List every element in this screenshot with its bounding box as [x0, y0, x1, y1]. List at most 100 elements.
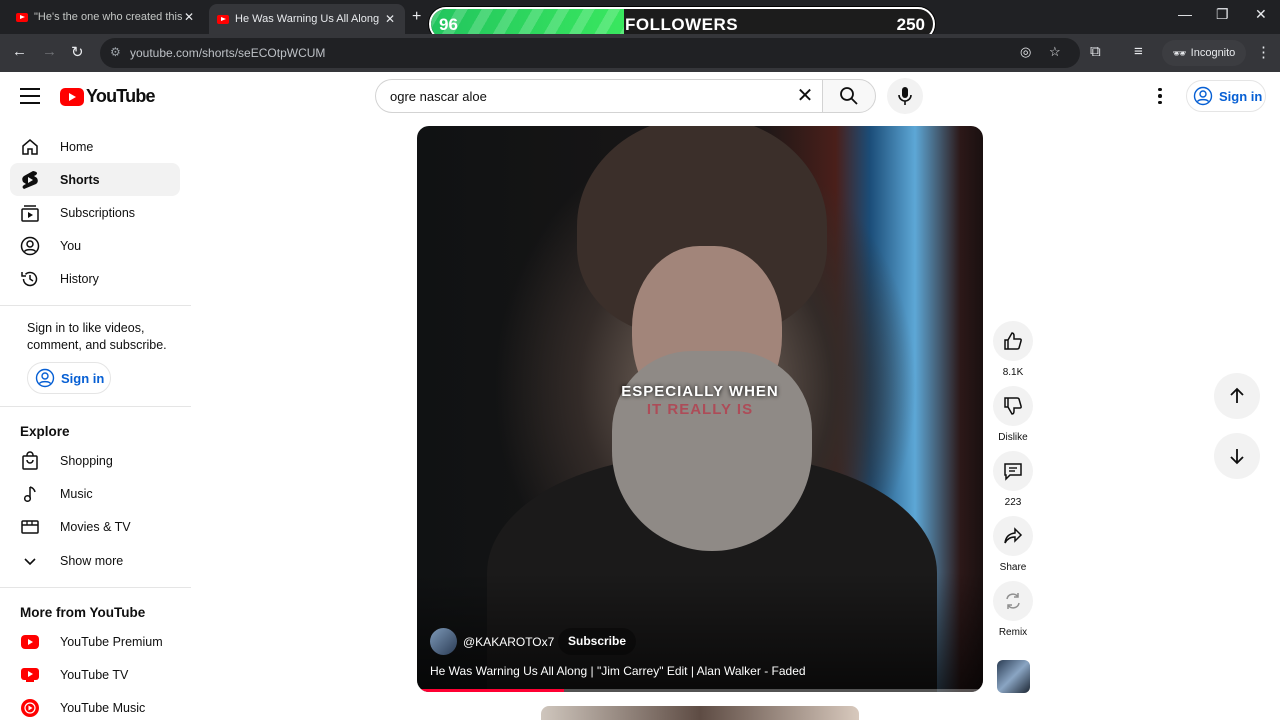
restore-icon[interactable]: ❐ [1216, 6, 1229, 23]
sidebar-item-label: YouTube TV [60, 667, 129, 682]
url-bar[interactable]: ⚙ youtube.com/shorts/seECOtpWCUM ◎ ☆ [100, 38, 1080, 68]
youtube-premium-icon [10, 625, 50, 658]
dislike-label: Dislike [998, 432, 1028, 443]
youtube-play-icon [60, 87, 84, 106]
browser-tab-1[interactable]: "He's the one who created this ✕ [8, 4, 204, 30]
channel-info[interactable]: @KAKAROTOx7 [430, 628, 554, 655]
comments-button[interactable] [993, 451, 1033, 491]
video-title[interactable]: He Was Warning Us All Along | "Jim Carre… [430, 664, 806, 678]
back-icon[interactable]: ← [12, 43, 27, 60]
sidebar-item-shorts[interactable]: Shorts [10, 163, 180, 196]
music-icon [10, 477, 50, 510]
sidebar-item-label: YouTube Music [60, 700, 146, 715]
minimize-icon[interactable]: — [1178, 6, 1192, 22]
share-icon [1004, 527, 1023, 544]
sidebar-item-label: Shorts [60, 172, 100, 187]
sidebar-item-youtube-tv[interactable]: YouTube TV [10, 658, 180, 691]
sidebar-item-shopping[interactable]: Shopping [10, 444, 180, 477]
arrow-down-icon [1230, 449, 1244, 465]
forward-icon[interactable]: → [42, 43, 57, 60]
reload-icon[interactable]: ↻ [71, 43, 84, 61]
next-short-preview[interactable] [541, 706, 859, 720]
sidebar-item-movies[interactable]: Movies & TV [10, 510, 180, 543]
comments-action[interactable]: 223 [993, 451, 1033, 508]
tracking-blocked-icon[interactable]: ◎ [1020, 44, 1031, 60]
share-label: Share [999, 562, 1027, 573]
home-icon [10, 130, 50, 163]
logo-text: YouTube [86, 86, 156, 106]
sidebar-item-you[interactable]: You [10, 229, 180, 262]
thumbs-down-icon [1004, 397, 1022, 415]
search-input[interactable]: ogre nascar aloe ✕ [375, 79, 822, 113]
sidebar-item-home[interactable]: Home [10, 130, 180, 163]
search-query: ogre nascar aloe [390, 89, 487, 104]
sound-source-thumbnail[interactable] [997, 660, 1030, 693]
sidebar-item-show-more[interactable]: Show more [10, 544, 180, 577]
channel-name[interactable]: @KAKAROTOx7 [463, 635, 554, 649]
address-toolbar: ← → ↻ ⚙ youtube.com/shorts/seECOtpWCUM ◎… [0, 34, 1280, 72]
previous-short-button[interactable] [1214, 373, 1260, 419]
incognito-icon: 🕶 [1172, 47, 1187, 60]
youtube-favicon-icon [16, 12, 28, 22]
voice-search-button[interactable] [887, 78, 923, 114]
reading-list-icon[interactable]: ≡ [1134, 43, 1143, 60]
youtube-logo[interactable]: YouTube [60, 86, 156, 107]
browser-menu-icon[interactable]: ⋮ [1256, 43, 1271, 61]
subscriptions-icon [10, 196, 50, 229]
share-action[interactable]: Share [993, 516, 1033, 573]
remix-action[interactable]: Remix [993, 581, 1033, 638]
comments-count: 223 [1004, 497, 1022, 508]
incognito-indicator[interactable]: 🕶 Incognito [1162, 40, 1246, 66]
sidebar-item-label: You [60, 238, 82, 253]
search-button[interactable] [822, 79, 876, 113]
close-tab-icon[interactable]: ✕ [182, 10, 196, 24]
dislike-button[interactable] [993, 386, 1033, 426]
next-short-button[interactable] [1214, 433, 1260, 479]
like-action[interactable]: 8.1K [993, 321, 1033, 378]
like-count: 8.1K [1002, 367, 1024, 378]
new-tab-icon[interactable]: + [412, 8, 421, 26]
sign-in-button[interactable]: Sign in [1186, 80, 1266, 112]
sidebar-item-label: YouTube Premium [60, 634, 163, 649]
remix-label: Remix [998, 627, 1028, 638]
sidebar-item-youtube-music[interactable]: YouTube Music [10, 691, 180, 724]
remix-icon [1006, 593, 1020, 609]
menu-icon[interactable] [20, 88, 40, 104]
followers-goal: 250 [896, 15, 925, 34]
video-caption: ESPECIALLY WHEN [621, 383, 779, 400]
sidebar-item-history[interactable]: History [10, 262, 180, 295]
bookmark-star-icon[interactable]: ☆ [1049, 44, 1061, 60]
microphone-icon [898, 87, 912, 105]
site-info-icon[interactable]: ⚙ [110, 45, 121, 59]
sidebar-sign-in-button[interactable]: Sign in [27, 362, 111, 394]
subscribe-button[interactable]: Subscribe [558, 628, 637, 655]
dislike-action[interactable]: Dislike [993, 386, 1033, 443]
video-caption-next: IT REALLY IS [646, 401, 754, 418]
share-button[interactable] [993, 516, 1033, 556]
remix-button[interactable] [993, 581, 1033, 621]
tab-search-icon[interactable]: ⧉ [1090, 43, 1101, 60]
sidebar-item-label: Subscriptions [60, 205, 136, 220]
close-tab-icon[interactable]: ✕ [383, 12, 397, 26]
youtube-favicon-icon [217, 14, 229, 24]
sidebar-item-music[interactable]: Music [10, 477, 180, 510]
browser-tab-2-active[interactable]: He Was Warning Us All Along | ✕ [209, 4, 405, 34]
close-window-icon[interactable]: ✕ [1255, 6, 1267, 23]
followers-label: FOLLOWERS [625, 15, 739, 34]
clear-search-icon[interactable]: ✕ [792, 84, 818, 110]
sidebar-item-youtube-premium[interactable]: YouTube Premium [10, 625, 180, 658]
movies-icon [10, 510, 50, 543]
search-icon [840, 87, 858, 105]
account-icon [1193, 86, 1213, 106]
like-button[interactable] [993, 321, 1033, 361]
settings-menu-icon[interactable] [1150, 84, 1170, 108]
channel-avatar[interactable] [430, 628, 457, 655]
video-progress-bar[interactable] [417, 689, 983, 692]
sidebar-item-subscriptions[interactable]: Subscriptions [10, 196, 180, 229]
sidebar-item-label: Movies & TV [60, 519, 131, 534]
sidebar-item-label: Shopping [60, 453, 113, 468]
tab-title: He Was Warning Us All Along | [235, 13, 383, 25]
sidebar-item-label: Music [60, 486, 93, 501]
more-from-youtube-heading: More from YouTube [20, 605, 146, 620]
shorts-video-player[interactable]: ESPECIALLY WHEN IT REALLY IS @KAKAROTOx7… [417, 126, 983, 692]
